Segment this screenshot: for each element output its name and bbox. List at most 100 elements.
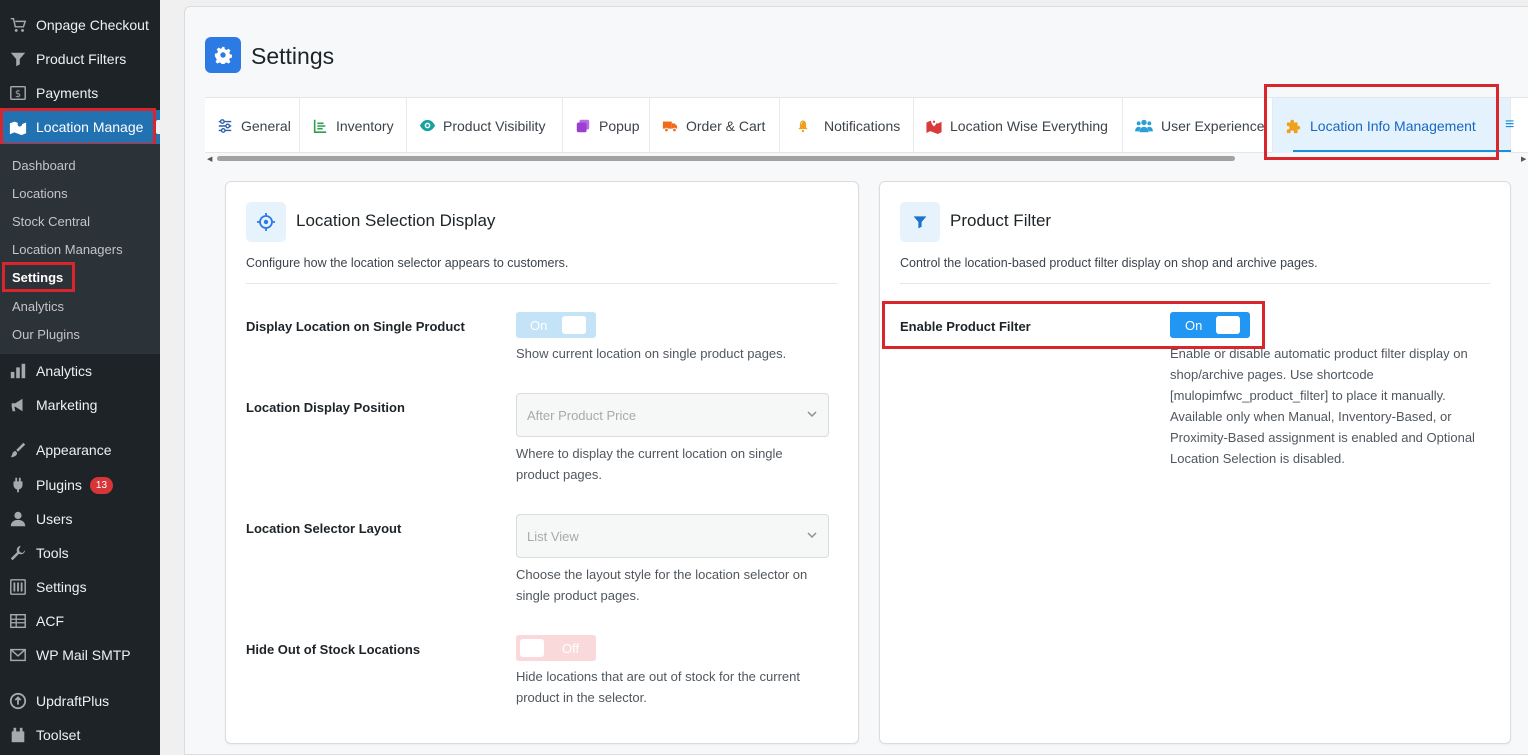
location-display-position-select[interactable]: After Product Price xyxy=(516,393,829,437)
settings-tabs: General Inventory Product Visibility Pop… xyxy=(205,97,1528,153)
list-icon xyxy=(311,117,329,135)
location-display-position-help: Where to display the current location on… xyxy=(516,446,783,482)
menu-item-tools[interactable]: Tools xyxy=(0,536,160,570)
panel-description: Configure how the location selector appe… xyxy=(246,256,569,270)
menu-item-label: Plugins xyxy=(36,477,82,493)
dollar-icon: $ xyxy=(8,83,28,103)
display-location-single-toggle[interactable]: On xyxy=(516,312,596,338)
bell-icon xyxy=(794,117,812,135)
submenu-item-locations[interactable]: Locations xyxy=(12,186,68,201)
menu-item-label: Product Filters xyxy=(36,51,127,67)
tab-user-experience[interactable]: User Experience xyxy=(1123,98,1273,153)
paintbrush-icon xyxy=(8,440,28,460)
divider xyxy=(246,283,838,284)
tab-label: Inventory xyxy=(336,117,394,134)
menu-item-label: Marketing xyxy=(36,397,98,413)
submenu-item-analytics[interactable]: Analytics xyxy=(12,299,64,314)
enable-product-filter-toggle[interactable]: On xyxy=(1170,312,1250,338)
scrollbar-thumb[interactable] xyxy=(217,156,1235,161)
truck-icon xyxy=(661,117,679,135)
panel-title: Product Filter xyxy=(950,211,1052,230)
menu-item-label: Location Manage xyxy=(36,119,144,135)
menu-item-label: UpdraftPlus xyxy=(36,693,110,709)
users-icon xyxy=(1134,117,1154,135)
submenu-item-stock-central[interactable]: Stock Central xyxy=(12,214,90,229)
submenu-item-our-plugins[interactable]: Our Plugins xyxy=(12,327,80,342)
plugin-update-count-badge: 13 xyxy=(89,476,114,494)
display-location-single-help: Show current location on single product … xyxy=(516,346,787,361)
tab-notifications[interactable]: Notifications xyxy=(780,98,914,153)
menu-item-location-manage[interactable]: Location Manage xyxy=(0,110,160,144)
target-icon xyxy=(246,202,286,242)
tab-location-wise-everything[interactable]: Location Wise Everything xyxy=(914,98,1123,153)
menu-item-analytics[interactable]: Analytics xyxy=(0,354,160,388)
filter-icon xyxy=(900,202,940,242)
tab-location-info-management[interactable]: Location Info Management xyxy=(1273,98,1511,153)
menu-item-product-filters[interactable]: Product Filters xyxy=(0,42,160,76)
select-value: After Product Price xyxy=(527,407,637,423)
mail-icon xyxy=(8,645,28,665)
megaphone-icon xyxy=(8,395,28,415)
location-manage-submenu: Dashboard Locations Stock Central Locati… xyxy=(0,144,160,354)
location-display-position-label: Location Display Position xyxy=(246,400,405,415)
hide-out-of-stock-toggle[interactable]: Off xyxy=(516,635,596,661)
hide-out-of-stock-label: Hide Out of Stock Locations xyxy=(246,642,421,657)
product-filter-panel: Product Filter Control the location-base… xyxy=(879,181,1511,744)
menu-item-marketing[interactable]: Marketing xyxy=(0,388,160,422)
panel-description: Control the location-based product filte… xyxy=(900,256,1318,270)
menu-item-label: Appearance xyxy=(36,442,112,458)
sliders-icon xyxy=(216,117,234,135)
tab-label: Order & Cart xyxy=(686,117,766,134)
submenu-item-dashboard[interactable]: Dashboard xyxy=(12,158,76,173)
cart-icon xyxy=(8,15,28,35)
menu-item-acf[interactable]: ACF xyxy=(0,604,160,638)
tab-general[interactable]: General xyxy=(205,98,300,153)
location-selector-layout-select[interactable]: List View xyxy=(516,514,829,558)
svg-text:$: $ xyxy=(15,89,21,100)
settings-page: Settings General Inventory Product Visib… xyxy=(184,6,1528,755)
menu-icon[interactable]: ≡ xyxy=(1505,116,1514,134)
sliders-icon xyxy=(8,577,28,597)
gear-icon xyxy=(205,37,241,73)
menu-item-label: WP Mail SMTP xyxy=(36,647,131,663)
tab-order-cart[interactable]: Order & Cart xyxy=(650,98,780,153)
menu-item-wp-mail-smtp[interactable]: WP Mail SMTP xyxy=(0,638,160,672)
menu-item-payments[interactable]: $ Payments xyxy=(0,76,160,110)
menu-item-appearance[interactable]: Appearance xyxy=(0,433,160,467)
divider xyxy=(900,283,1490,284)
menu-item-label: Tools xyxy=(36,545,69,561)
plugin-icon xyxy=(8,475,28,495)
menu-item-users[interactable]: Users xyxy=(0,502,160,536)
bar-chart-icon xyxy=(8,361,28,381)
menu-item-label: Settings xyxy=(36,579,87,595)
submenu-item-settings[interactable]: Settings xyxy=(12,270,63,285)
menu-item-toolset[interactable]: Toolset xyxy=(0,718,160,752)
menu-item-plugins[interactable]: Plugins 13 xyxy=(0,468,160,502)
enable-product-filter-help: Enable or disable automatic product filt… xyxy=(1170,346,1475,466)
select-value: List View xyxy=(527,528,579,544)
map-icon xyxy=(8,117,28,137)
tab-label: Popup xyxy=(599,117,640,134)
tabs-scrollbar[interactable]: ◀ ▶ xyxy=(205,154,1528,163)
scroll-left-icon[interactable]: ◀ xyxy=(207,155,212,163)
table-icon xyxy=(8,611,28,631)
panel-title: Location Selection Display xyxy=(296,211,496,230)
popup-icon xyxy=(574,117,592,135)
tab-inventory[interactable]: Inventory xyxy=(300,98,407,153)
tab-popup[interactable]: Popup xyxy=(563,98,650,153)
user-icon xyxy=(8,509,28,529)
tab-product-visibility[interactable]: Product Visibility xyxy=(407,98,563,153)
menu-item-settings[interactable]: Settings xyxy=(0,570,160,604)
submenu-item-location-managers[interactable]: Location Managers xyxy=(12,242,123,257)
toggle-state-label: On xyxy=(530,317,548,333)
scroll-right-icon[interactable]: ▶ xyxy=(1521,155,1526,163)
filter-icon xyxy=(8,49,28,69)
menu-item-updraftplus[interactable]: UpdraftPlus xyxy=(0,684,160,718)
toggle-knob xyxy=(520,639,544,657)
toggle-knob xyxy=(562,316,586,334)
menu-item-label: Users xyxy=(36,511,73,527)
toolset-icon xyxy=(8,725,28,745)
puzzle-icon xyxy=(1285,117,1303,135)
menu-item-onpage-checkout[interactable]: Onpage Checkout xyxy=(0,8,160,42)
page-title: Settings xyxy=(251,43,335,69)
